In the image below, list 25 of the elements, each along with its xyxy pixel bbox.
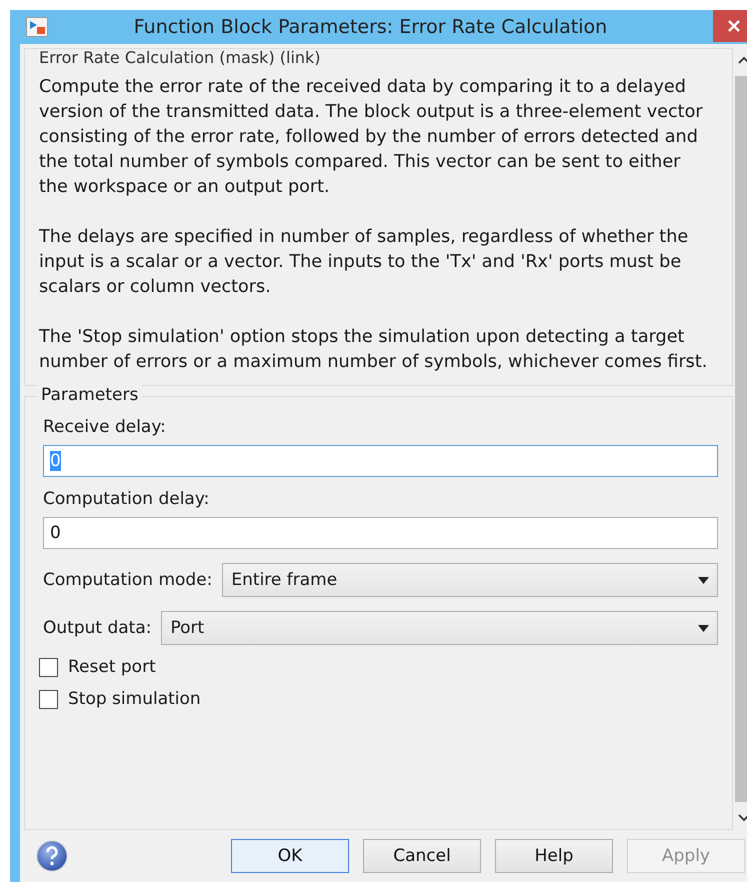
- close-button[interactable]: [713, 10, 747, 42]
- field-label: Output data:: [43, 618, 152, 638]
- dialog-button[interactable]: OK: [231, 839, 349, 873]
- app-icon: [26, 17, 48, 37]
- checkbox[interactable]: [39, 690, 58, 708]
- description-text: Compute the error rate of the received data by comparing it to a delayed version of the transmitted data. The block output is a three-element vector consisting of the error rate, followed by the number of errors detected and the total number of symbols compared. This vector can be sent to either the workspace or an output port.: [39, 76, 704, 199]
- field-label: Computation delay:: [43, 489, 210, 509]
- field-label: Computation mode:: [43, 570, 212, 590]
- dialog-button[interactable]: Help: [495, 839, 613, 873]
- dialog-button[interactable]: Cancel: [363, 839, 481, 873]
- description-text: The delays are specified in number of samples, regardless of whether the input is a scalar or a vector. The inputs to the 'Tx' and 'Rx' ports must be scalars or column vectors.: [39, 226, 690, 299]
- field-label: Receive delay:: [43, 417, 167, 437]
- block-heading: Error Rate Calculation (mask) (link): [39, 49, 322, 67]
- text-field[interactable]: 0: [43, 517, 718, 549]
- caret-icon: [698, 576, 709, 584]
- help-icon[interactable]: [36, 840, 68, 872]
- caret-icon: [698, 624, 709, 632]
- checkbox-label: Stop simulation: [68, 689, 201, 709]
- checkbox-label: Reset port: [68, 657, 156, 677]
- dropdown[interactable]: Port: [161, 611, 718, 645]
- close-icon: [727, 19, 741, 33]
- dropdown[interactable]: Entire frame: [222, 563, 718, 597]
- description-text: The 'Stop simulation' option stops the simulation upon detecting a target number of errors or a maximum number of symbols, whichever comes first.: [39, 326, 708, 374]
- window-title: Function Block Parameters: Error Rate Calculation: [132, 16, 608, 38]
- checkbox[interactable]: [39, 658, 58, 676]
